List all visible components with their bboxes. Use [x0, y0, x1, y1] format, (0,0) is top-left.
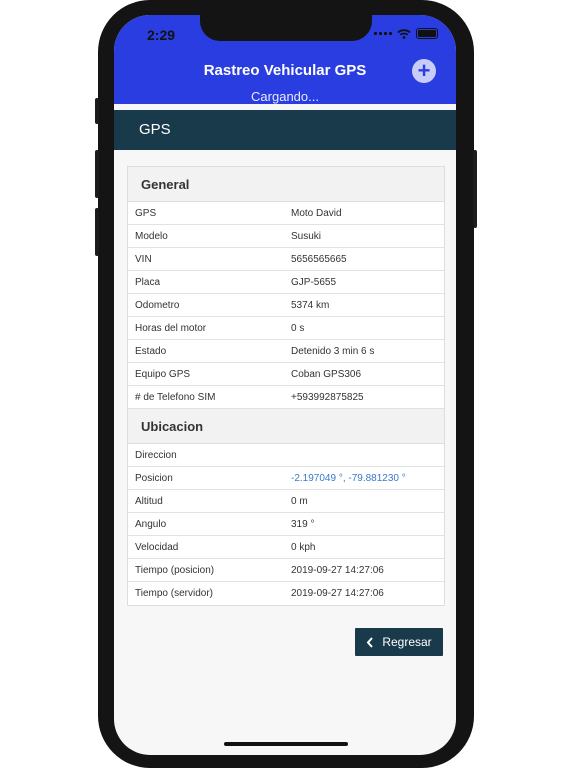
row-key: Equipo GPS — [135, 368, 191, 380]
table-row: Placa GJP-5655 — [128, 271, 444, 294]
row-value: Susuki — [291, 230, 322, 242]
row-value: 0 kph — [291, 541, 316, 553]
row-key: Estado — [135, 345, 167, 357]
app-title: Rastreo Vehicular GPS — [203, 62, 367, 79]
home-indicator[interactable] — [224, 742, 348, 746]
row-key: Tiempo (posicion) — [135, 564, 215, 576]
page-title: GPS — [139, 121, 171, 138]
table-row: Estado Detenido 3 min 6 s — [128, 340, 444, 363]
row-key: # de Telefono SIM — [135, 391, 216, 403]
volume-up-button — [95, 150, 99, 198]
row-value: Coban GPS306 — [291, 368, 362, 380]
row-key: VIN — [135, 253, 152, 265]
notch — [200, 15, 372, 41]
row-key: Posicion — [135, 472, 173, 484]
mute-switch — [95, 98, 99, 124]
row-value: 0 s — [291, 322, 305, 334]
loading-text: Cargando... — [251, 89, 319, 104]
chevron-left-icon — [366, 636, 374, 648]
table-row: Posicion -2.197049 °, -79.881230 ° — [128, 467, 444, 490]
row-key: Odometro — [135, 299, 180, 311]
table-row: Angulo 319 ° — [128, 513, 444, 536]
row-value: 5656565665 — [291, 253, 347, 265]
table-row: Altitud 0 m — [128, 490, 444, 513]
row-value: 319 ° — [291, 518, 315, 530]
section-ubicacion-header: Ubicacion — [128, 409, 444, 444]
back-button-label: Regresar — [382, 635, 432, 649]
status-time: 2:29 — [147, 27, 176, 43]
table-row: Velocidad 0 kph — [128, 536, 444, 559]
row-value: 0 m — [291, 495, 308, 507]
row-value: Moto David — [291, 207, 342, 219]
row-key: Direccion — [135, 449, 177, 461]
row-key: Angulo — [135, 518, 167, 530]
table-row: GPS Moto David — [128, 202, 444, 225]
table-row: Tiempo (posicion) 2019-09-27 14:27:06 — [128, 559, 444, 582]
screen: 2:29 Rastreo Vehicular GPS + Cargando...… — [114, 15, 456, 755]
row-key: Horas del motor — [135, 322, 207, 334]
table-row: Equipo GPS Coban GPS306 — [128, 363, 444, 386]
add-button[interactable]: + — [412, 59, 436, 83]
status-indicators — [374, 28, 438, 39]
signal-icon — [374, 32, 392, 35]
row-key: Tiempo (servidor) — [135, 588, 213, 599]
position-link[interactable]: -2.197049 °, -79.881230 ° — [291, 473, 444, 484]
table-row: Direccion — [128, 444, 444, 467]
row-key: GPS — [135, 207, 157, 219]
power-button — [473, 150, 477, 228]
wifi-icon — [397, 28, 411, 39]
back-button[interactable]: Regresar — [355, 628, 443, 656]
section-general-header: General — [128, 167, 444, 202]
page-header: GPS — [114, 110, 456, 150]
row-value: Detenido 3 min 6 s — [291, 345, 375, 357]
row-key: Placa — [135, 276, 161, 288]
row-value: GJP-5655 — [291, 276, 337, 288]
row-key: Velocidad — [135, 541, 179, 553]
table-row: # de Telefono SIM +593992875825 — [128, 386, 444, 409]
table-row: VIN 5656565665 — [128, 248, 444, 271]
row-value: 5374 km — [291, 299, 330, 311]
volume-down-button — [95, 208, 99, 256]
table-row: Odometro 5374 km — [128, 294, 444, 317]
table-row: Horas del motor 0 s — [128, 317, 444, 340]
row-value: 2019-09-27 14:27:06 — [291, 564, 384, 576]
battery-icon — [416, 28, 438, 39]
table-row: Tiempo (servidor) 2019-09-27 14:27:06 — [128, 582, 444, 605]
row-value: 2019-09-27 14:27:06 — [291, 588, 384, 599]
row-key: Modelo — [135, 230, 168, 242]
table-row: Modelo Susuki — [128, 225, 444, 248]
details-table: General GPS Moto David Modelo Susuki VIN 56… — [127, 166, 445, 606]
plus-circle-icon: + — [417, 58, 431, 83]
row-key: Altitud — [135, 495, 163, 507]
row-value: +593992875825 — [291, 391, 364, 403]
